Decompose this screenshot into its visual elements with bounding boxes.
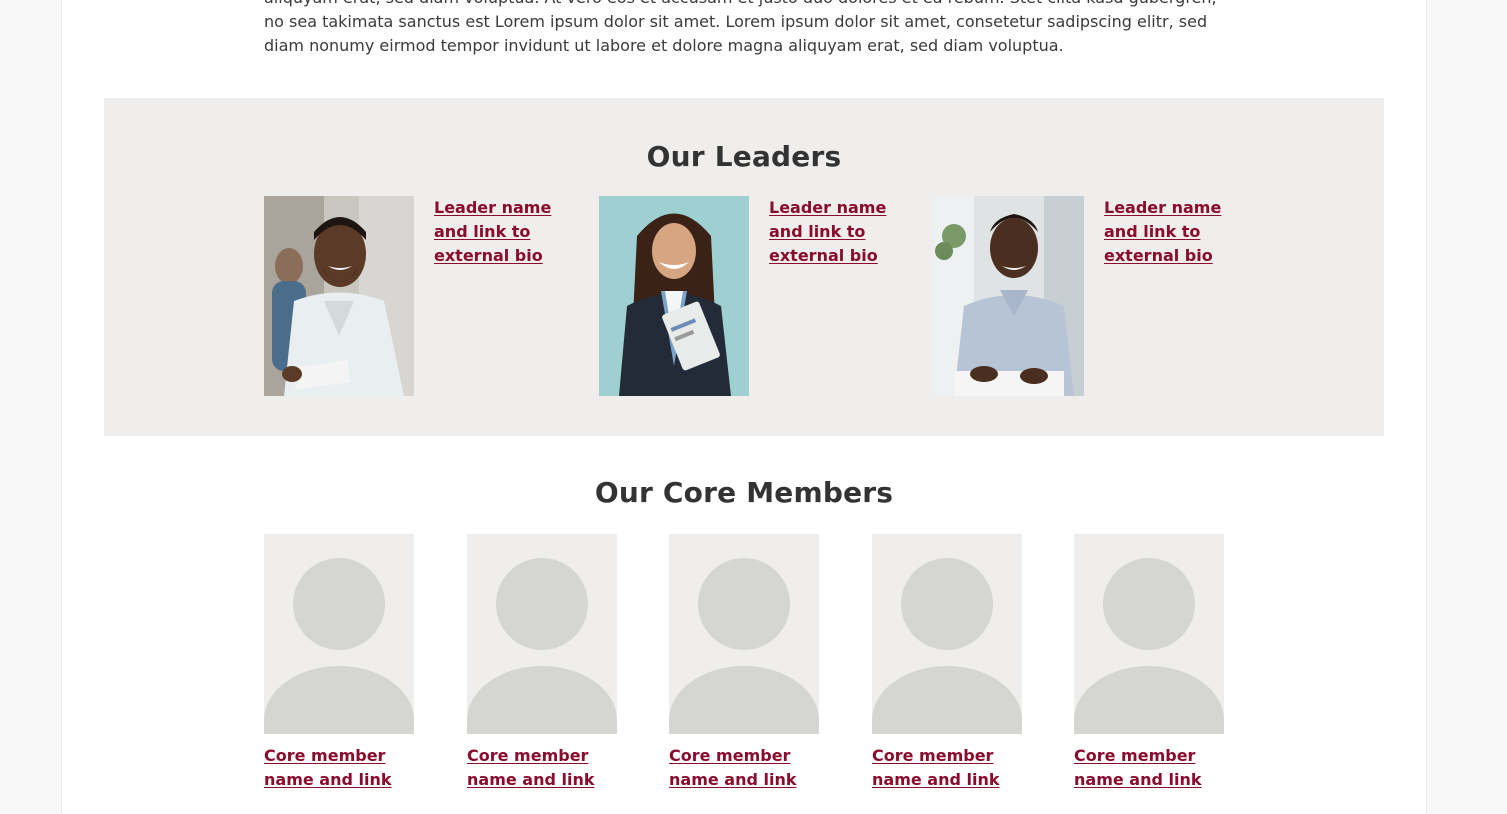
page-container: aliquyam erat, sed diam voluptua. At ver…: [61, 0, 1427, 814]
leader-card: Leader name and link to external bio: [599, 196, 899, 396]
leaders-title: Our Leaders: [646, 140, 842, 173]
core-member-card: Core member name and link: [467, 534, 617, 792]
leader-bio-link[interactable]: Leader name and link to external bio: [1104, 196, 1224, 268]
leader-photo: [599, 196, 749, 396]
core-member-card: Core member name and link: [264, 534, 414, 792]
core-member-link[interactable]: Core member name and link: [1074, 744, 1224, 792]
leader-card: Leader name and link to external bio: [264, 196, 564, 396]
placeholder-avatar-icon: [872, 534, 1022, 734]
placeholder-avatar-icon: [1074, 534, 1224, 734]
placeholder-avatar-icon: [669, 534, 819, 734]
leaders-section: Our Leaders Leader name and link to exte…: [104, 98, 1384, 436]
core-member-card: Core member name and link: [872, 534, 1022, 792]
core-members-title: Our Core Members: [594, 476, 894, 509]
leader-card: Leader name and link to external bio: [934, 196, 1234, 396]
leader-bio-link[interactable]: Leader name and link to external bio: [434, 196, 554, 268]
placeholder-avatar-icon: [467, 534, 617, 734]
intro-paragraph: aliquyam erat, sed diam voluptua. At ver…: [264, 0, 1217, 55]
leader-photo: [264, 196, 414, 396]
leader-bio-link[interactable]: Leader name and link to external bio: [769, 196, 889, 268]
core-member-link[interactable]: Core member name and link: [264, 744, 414, 792]
core-member-card: Core member name and link: [1074, 534, 1224, 792]
core-member-link[interactable]: Core member name and link: [872, 744, 1022, 792]
leader-photo: [934, 196, 1084, 396]
placeholder-avatar-icon: [264, 534, 414, 734]
core-members-section: Our Core Members Core member name and li…: [62, 436, 1426, 814]
core-member-link[interactable]: Core member name and link: [467, 744, 617, 792]
core-member-link[interactable]: Core member name and link: [669, 744, 819, 792]
core-member-card: Core member name and link: [669, 534, 819, 792]
